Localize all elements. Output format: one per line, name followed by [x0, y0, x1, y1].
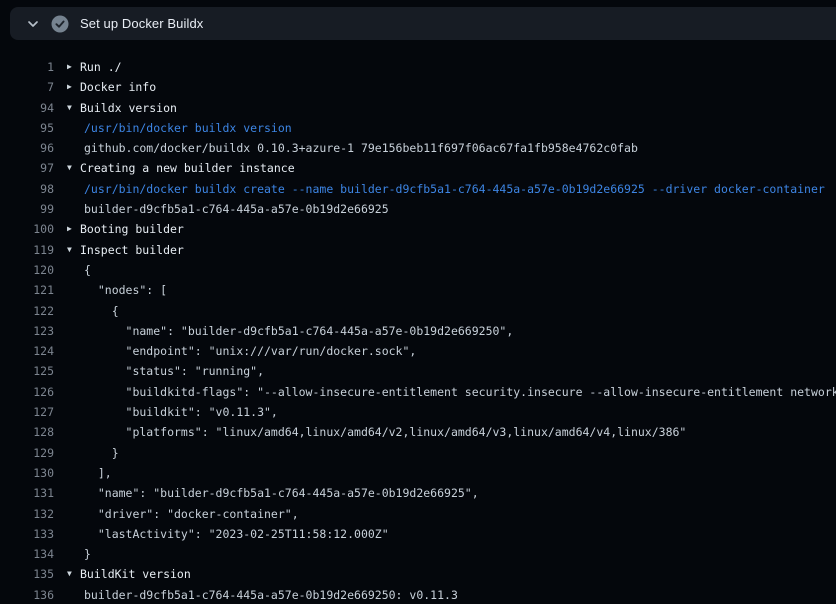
log-line[interactable]: 135 ▼ BuildKit version: [0, 564, 836, 584]
line-text: Run ./: [80, 57, 122, 77]
log-line: 136 builder-d9cfb5a1-c764-445a-a57e-0b19…: [0, 585, 836, 604]
line-number[interactable]: 130: [0, 463, 54, 483]
log-line: 98 /usr/bin/docker buildx create --name …: [0, 179, 836, 199]
line-text: "buildkitd-flags": "--allow-insecure-ent…: [84, 382, 836, 402]
log-line: 125 "status": "running",: [0, 361, 836, 381]
group-marker: ▶: [67, 57, 80, 77]
chevron-down-icon[interactable]: [26, 17, 40, 31]
log-line: 131 "name": "builder-d9cfb5a1-c764-445a-…: [0, 483, 836, 503]
log-line: 120 {: [0, 260, 836, 280]
log-line: 130 ],: [0, 463, 836, 483]
log-line: 95 /usr/bin/docker buildx version: [0, 118, 836, 138]
line-text: Creating a new builder instance: [80, 158, 295, 178]
line-number[interactable]: 99: [0, 199, 54, 219]
line-text: "status": "running",: [84, 361, 264, 381]
line-text: "endpoint": "unix:///var/run/docker.sock…: [84, 341, 416, 361]
line-number[interactable]: 95: [0, 118, 54, 138]
line-number[interactable]: 1: [0, 57, 54, 77]
group-marker: ▼: [67, 158, 80, 178]
line-number[interactable]: 7: [0, 77, 54, 97]
log-line: 132 "driver": "docker-container",: [0, 504, 836, 524]
line-text: /usr/bin/docker buildx version: [84, 118, 292, 138]
group-marker: ▼: [67, 98, 80, 118]
line-text: "name": "builder-d9cfb5a1-c764-445a-a57e…: [84, 483, 479, 503]
line-text: "nodes": [: [84, 280, 167, 300]
line-text: Buildx version: [80, 98, 177, 118]
line-text: builder-d9cfb5a1-c764-445a-a57e-0b19d2e6…: [84, 199, 389, 219]
log-line: 126 "buildkitd-flags": "--allow-insecure…: [0, 382, 836, 402]
line-number[interactable]: 125: [0, 361, 54, 381]
line-number[interactable]: 122: [0, 301, 54, 321]
line-text: "platforms": "linux/amd64,linux/amd64/v2…: [84, 422, 686, 442]
line-number[interactable]: 134: [0, 544, 54, 564]
step-title: Set up Docker Buildx: [80, 16, 203, 31]
line-number[interactable]: 96: [0, 138, 54, 158]
line-number[interactable]: 94: [0, 98, 54, 118]
log-line: 121 "nodes": [: [0, 280, 836, 300]
log-line[interactable]: 1 ▶ Run ./: [0, 57, 836, 77]
actions-log-viewer: { "header": { "title": "Set up Docker Bu…: [0, 0, 836, 604]
log-line: 128 "platforms": "linux/amd64,linux/amd6…: [0, 422, 836, 442]
line-number[interactable]: 129: [0, 443, 54, 463]
group-marker: ▼: [67, 240, 80, 260]
line-text: Docker info: [80, 77, 156, 97]
line-number[interactable]: 98: [0, 179, 54, 199]
line-text: Booting builder: [80, 219, 184, 239]
line-number[interactable]: 127: [0, 402, 54, 422]
log-container[interactable]: 1 ▶ Run ./ 7 ▶ Docker info 94 ▼ Buildx v…: [0, 57, 836, 604]
line-number[interactable]: 133: [0, 524, 54, 544]
line-text: }: [84, 544, 91, 564]
line-number[interactable]: 120: [0, 260, 54, 280]
log-line: 133 "lastActivity": "2023-02-25T11:58:12…: [0, 524, 836, 544]
log-line: 96 github.com/docker/buildx 0.10.3+azure…: [0, 138, 836, 158]
line-text: "name": "builder-d9cfb5a1-c764-445a-a57e…: [84, 321, 513, 341]
line-text: Inspect builder: [80, 240, 184, 260]
line-text: {: [84, 301, 119, 321]
line-number[interactable]: 135: [0, 564, 54, 584]
line-text: BuildKit version: [80, 564, 191, 584]
group-marker: ▼: [67, 564, 80, 584]
line-text: /usr/bin/docker buildx create --name bui…: [84, 179, 825, 199]
line-text: "lastActivity": "2023-02-25T11:58:12.000…: [84, 524, 389, 544]
line-number[interactable]: 136: [0, 585, 54, 604]
log-line: 99 builder-d9cfb5a1-c764-445a-a57e-0b19d…: [0, 199, 836, 219]
line-number[interactable]: 123: [0, 321, 54, 341]
group-marker: ▶: [67, 77, 80, 97]
log-line: 127 "buildkit": "v0.11.3",: [0, 402, 836, 422]
line-text: github.com/docker/buildx 0.10.3+azure-1 …: [84, 138, 638, 158]
line-number[interactable]: 121: [0, 280, 54, 300]
log-line: 124 "endpoint": "unix:///var/run/docker.…: [0, 341, 836, 361]
line-number[interactable]: 119: [0, 240, 54, 260]
line-number[interactable]: 131: [0, 483, 54, 503]
log-line: 129 }: [0, 443, 836, 463]
line-text: builder-d9cfb5a1-c764-445a-a57e-0b19d2e6…: [84, 585, 458, 604]
log-line[interactable]: 7 ▶ Docker info: [0, 77, 836, 97]
line-number[interactable]: 97: [0, 158, 54, 178]
line-text: "driver": "docker-container",: [84, 504, 299, 524]
log-line[interactable]: 119 ▼ Inspect builder: [0, 240, 836, 260]
line-text: {: [84, 260, 91, 280]
line-text: ],: [84, 463, 112, 483]
line-number[interactable]: 124: [0, 341, 54, 361]
line-number[interactable]: 100: [0, 219, 54, 239]
line-number[interactable]: 126: [0, 382, 54, 402]
group-marker: ▶: [67, 219, 80, 239]
log-line[interactable]: 97 ▼ Creating a new builder instance: [0, 158, 836, 178]
step-header[interactable]: Set up Docker Buildx: [10, 7, 836, 40]
log-line[interactable]: 94 ▼ Buildx version: [0, 98, 836, 118]
line-text: "buildkit": "v0.11.3",: [84, 402, 278, 422]
check-circle-icon: [51, 15, 69, 33]
log-line: 123 "name": "builder-d9cfb5a1-c764-445a-…: [0, 321, 836, 341]
log-line: 122 {: [0, 301, 836, 321]
line-number[interactable]: 128: [0, 422, 54, 442]
log-line: 134 }: [0, 544, 836, 564]
line-text: }: [84, 443, 119, 463]
line-number[interactable]: 132: [0, 504, 54, 524]
log-line[interactable]: 100 ▶ Booting builder: [0, 219, 836, 239]
